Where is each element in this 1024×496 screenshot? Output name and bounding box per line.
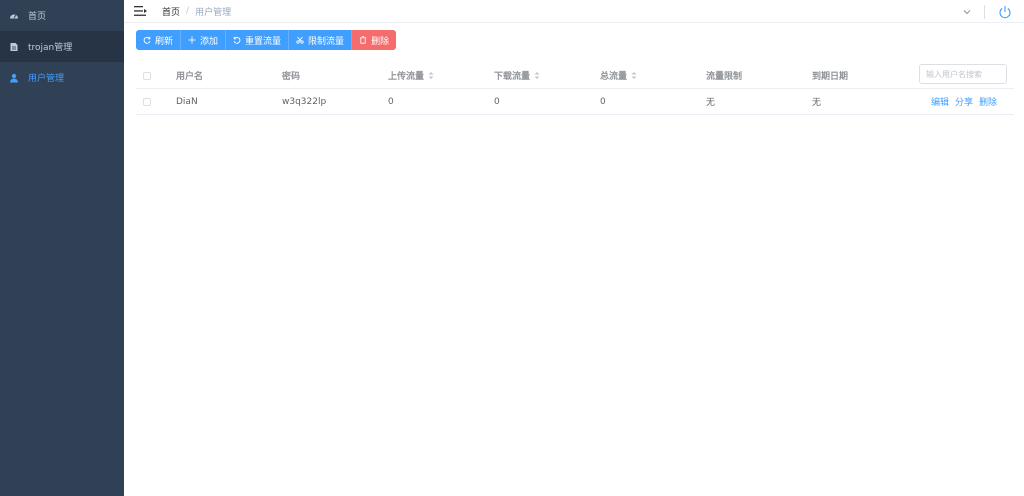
add-button[interactable]: 添加 <box>181 30 227 50</box>
header-upload-cell: 上传流量 <box>388 63 434 88</box>
sidebar-item-label: 用户管理 <box>28 74 65 84</box>
refresh-left-icon <box>233 36 241 44</box>
header-download: 下载流量 <box>494 72 531 82</box>
refresh-button-label: 刷新 <box>155 36 174 47</box>
reset-traffic-button-label: 重置流量 <box>245 36 282 47</box>
delete-button[interactable]: 删除 <box>352 30 397 50</box>
limit-traffic-button[interactable]: 限制流量 <box>289 30 353 50</box>
cell-total: 0 <box>600 96 606 107</box>
cell-password: w3q322lp <box>282 96 327 107</box>
hamburger-icon[interactable] <box>134 5 148 17</box>
breadcrumb-separator: / <box>186 6 190 16</box>
header-password: 密码 <box>282 72 301 82</box>
navbar: 首页 / 用户管理 <box>124 0 1024 23</box>
header-download-cell: 下载流量 <box>494 63 540 88</box>
edit-link[interactable]: 编辑 <box>931 95 949 108</box>
select-all-checkbox[interactable] <box>143 71 151 80</box>
reset-traffic-button[interactable]: 重置流量 <box>226 30 290 50</box>
dashboard-icon <box>9 11 19 21</box>
share-link[interactable]: 分享 <box>955 95 973 108</box>
cell-download: 0 <box>494 96 500 107</box>
refresh-icon <box>143 36 151 44</box>
refresh-button[interactable]: 刷新 <box>136 30 182 50</box>
table-row[interactable]: DiaN w3q322lp 0 0 0 无 无 编辑 分享 删除 <box>136 89 1014 115</box>
sidebar-item-home[interactable]: 首页 <box>0 0 124 31</box>
select-all-cell <box>143 63 151 88</box>
delete-link[interactable]: 删除 <box>979 95 997 108</box>
sort-caret-icon[interactable] <box>534 71 540 80</box>
sidebar-item-label: 首页 <box>28 12 47 22</box>
header-total-cell: 总流量 <box>600 63 637 88</box>
user-icon <box>9 73 19 83</box>
cell-upload: 0 <box>388 96 394 107</box>
user-table: 用户名 密码 上传流量 下载流量 总流量 流量限制 到期日期 DiaN w3q3… <box>136 63 1014 115</box>
cell-expire: 无 <box>812 98 822 108</box>
sidebar: 首页 trojan管理 用户管理 <box>0 0 124 496</box>
sort-caret-icon[interactable] <box>428 71 434 80</box>
plus-icon <box>188 36 196 44</box>
row-select-cell <box>143 89 151 114</box>
row-actions: 编辑 分享 删除 <box>931 89 1003 114</box>
navbar-divider <box>984 4 985 19</box>
sidebar-item-trojan[interactable]: trojan管理 <box>0 31 124 62</box>
main-content: 首页 / 用户管理 刷新 添加 重置流量 限制流量 删除 输入用户名搜索 用户名… <box>124 0 1024 496</box>
header-username: 用户名 <box>176 72 204 82</box>
breadcrumb-current: 用户管理 <box>195 7 232 18</box>
document-icon <box>9 42 19 52</box>
sidebar-item-users[interactable]: 用户管理 <box>0 62 124 93</box>
app: 首页 trojan管理 用户管理 首页 / 用户管理 刷新 添加 重置流量 限制… <box>0 0 1024 496</box>
header-limit: 流量限制 <box>706 72 743 82</box>
add-button-label: 添加 <box>200 36 219 47</box>
toolbar: 刷新 添加 重置流量 限制流量 删除 <box>136 30 397 50</box>
header-total: 总流量 <box>600 72 628 82</box>
header-expire: 到期日期 <box>812 72 849 82</box>
sidebar-item-label: trojan管理 <box>28 43 73 53</box>
table-header: 用户名 密码 上传流量 下载流量 总流量 流量限制 到期日期 <box>136 63 1014 89</box>
power-icon[interactable] <box>998 5 1012 19</box>
trash-icon <box>359 36 367 44</box>
delete-button-label: 删除 <box>371 36 390 47</box>
navbar-right <box>962 0 1024 23</box>
cell-limit: 无 <box>706 98 716 108</box>
breadcrumb: 首页 / 用户管理 <box>162 5 231 18</box>
header-upload: 上传流量 <box>388 72 425 82</box>
chevron-down-icon[interactable] <box>962 7 972 17</box>
scissors-icon <box>296 36 304 44</box>
limit-traffic-button-label: 限制流量 <box>308 36 345 47</box>
row-checkbox[interactable] <box>143 97 151 106</box>
breadcrumb-home[interactable]: 首页 <box>162 5 180 18</box>
sort-caret-icon[interactable] <box>631 71 637 80</box>
cell-username: DiaN <box>176 96 198 107</box>
